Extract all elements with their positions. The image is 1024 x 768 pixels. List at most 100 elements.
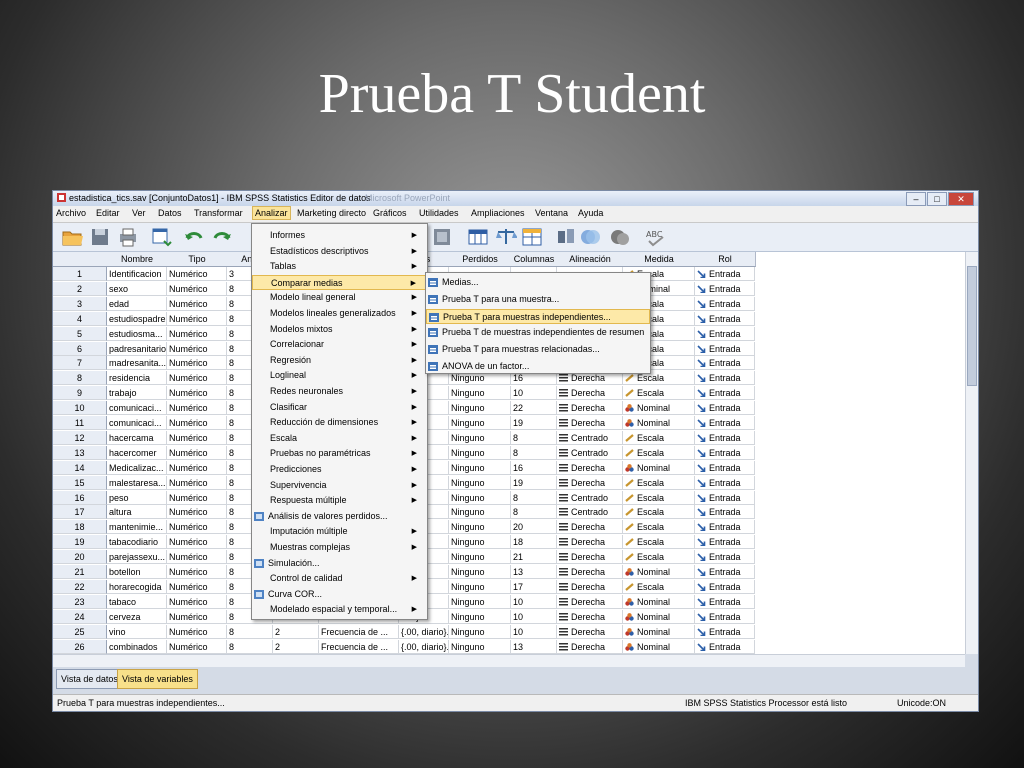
cell-nombre[interactable]: Identificacion bbox=[107, 267, 167, 281]
submenu-item[interactable]: Prueba T para muestras relacionadas... bbox=[426, 342, 650, 357]
menu-item[interactable]: Reducción de dimensiones ▶ bbox=[252, 415, 427, 430]
cell-rol[interactable]: Entrada bbox=[695, 311, 755, 326]
cell-dec[interactable]: 2 bbox=[273, 624, 319, 639]
cell-val[interactable]: {.00, diario}... bbox=[399, 639, 449, 654]
cell-col[interactable]: 16 bbox=[511, 460, 557, 475]
cell-alin[interactable]: Derecha bbox=[557, 535, 623, 550]
menu-item[interactable]: Simulación... bbox=[252, 556, 427, 571]
cell-col[interactable]: 10 bbox=[511, 609, 557, 624]
cell-alin[interactable]: Derecha bbox=[557, 565, 623, 579]
submenu-item[interactable]: Prueba T de muestras independientes de r… bbox=[426, 325, 650, 340]
cell-nombre[interactable]: malestaresa... bbox=[107, 475, 167, 490]
cell-medida[interactable]: Escala bbox=[623, 579, 695, 594]
cell-dec[interactable]: 2 bbox=[273, 639, 319, 654]
menu-ventana[interactable]: Ventana bbox=[535, 208, 568, 218]
cell-medida[interactable]: Nominal bbox=[623, 594, 695, 609]
menu-item[interactable]: Loglineal ▶ bbox=[252, 368, 427, 383]
open-folder-icon[interactable] bbox=[61, 226, 83, 248]
cell-perd[interactable]: Ninguno bbox=[449, 535, 511, 550]
cell-medida[interactable]: Escala bbox=[623, 430, 695, 445]
value-labels-icon[interactable] bbox=[555, 226, 577, 248]
cell-alin[interactable]: Derecha bbox=[557, 416, 623, 430]
menu-item[interactable]: Informes ▶ bbox=[252, 228, 427, 243]
cell-col[interactable]: 22 bbox=[511, 401, 557, 416]
cell-nombre[interactable]: hacercomer bbox=[107, 445, 167, 460]
submenu-item[interactable]: Medias... bbox=[426, 275, 650, 290]
cell-alin[interactable]: Derecha bbox=[557, 609, 623, 624]
cell-col[interactable]: 13 bbox=[511, 639, 557, 654]
cell-tipo[interactable]: Numérico bbox=[167, 267, 227, 281]
cell-nombre[interactable]: estudiospadre bbox=[107, 311, 167, 326]
menu-item[interactable]: Correlacionar ▶ bbox=[252, 337, 427, 352]
cell-medida[interactable]: Nominal bbox=[623, 639, 695, 654]
table-row[interactable]: 24cervezaNumérico8ario}...Ninguno10Derec… bbox=[53, 609, 965, 625]
cell-nombre[interactable]: padresanitario bbox=[107, 341, 167, 356]
menu-item[interactable]: Muestras complejas ▶ bbox=[252, 540, 427, 555]
menu-editar[interactable]: Editar bbox=[96, 208, 120, 218]
cell-col[interactable]: 13 bbox=[511, 565, 557, 579]
horizontal-scrollbar[interactable] bbox=[53, 654, 965, 667]
cell-perd[interactable]: Ninguno bbox=[449, 609, 511, 624]
menu-datos[interactable]: Datos bbox=[158, 208, 182, 218]
cell-alin[interactable]: Derecha bbox=[557, 639, 623, 654]
cell-tipo[interactable]: Numérico bbox=[167, 356, 227, 371]
table-row[interactable]: 21botellonNumérico8ario}...Ninguno13Dere… bbox=[53, 565, 965, 580]
cell-tipo[interactable]: Numérico bbox=[167, 430, 227, 445]
cell-alin[interactable]: Derecha bbox=[557, 594, 623, 609]
cell-rol[interactable]: Entrada bbox=[695, 445, 755, 460]
menu-item[interactable]: Estadísticos descriptivos ▶ bbox=[252, 244, 427, 259]
cell-tipo[interactable]: Numérico bbox=[167, 311, 227, 326]
cell-nombre[interactable]: edad bbox=[107, 296, 167, 311]
cell-col[interactable]: 18 bbox=[511, 535, 557, 550]
cell-medida[interactable]: Escala bbox=[623, 475, 695, 490]
tab-vista-de-variables[interactable]: Vista de variables bbox=[117, 669, 198, 689]
cell-rol[interactable]: Entrada bbox=[695, 371, 755, 386]
use-variable-sets-icon[interactable] bbox=[579, 226, 601, 248]
cell-rol[interactable]: Entrada bbox=[695, 296, 755, 311]
cell-nombre[interactable]: comunicaci... bbox=[107, 401, 167, 416]
maximize-button[interactable]: □ bbox=[927, 192, 947, 206]
cell-nombre[interactable]: combinados bbox=[107, 639, 167, 654]
table-row[interactable]: 19tabacodiarioNumérico8ma...Ninguno18Der… bbox=[53, 535, 965, 550]
cell-nombre[interactable]: trabajo bbox=[107, 386, 167, 401]
cell-tipo[interactable]: Numérico bbox=[167, 416, 227, 430]
variable-icon[interactable] bbox=[431, 226, 453, 248]
cell-nombre[interactable]: vino bbox=[107, 624, 167, 639]
column-header[interactable]: Alineación bbox=[557, 252, 624, 267]
cell-nombre[interactable]: peso bbox=[107, 490, 167, 505]
menu-item[interactable]: Imputación múltiple ▶ bbox=[252, 524, 427, 539]
print-icon[interactable] bbox=[117, 226, 139, 248]
cell-col[interactable]: 10 bbox=[511, 386, 557, 401]
cell-alin[interactable]: Centrado bbox=[557, 490, 623, 505]
cell-rol[interactable]: Entrada bbox=[695, 505, 755, 520]
cell-tipo[interactable]: Numérico bbox=[167, 624, 227, 639]
menu-item[interactable]: Tablas ▶ bbox=[252, 259, 427, 274]
cell-tipo[interactable]: Numérico bbox=[167, 475, 227, 490]
cell-medida[interactable]: Nominal bbox=[623, 565, 695, 579]
cell-medida[interactable]: Escala bbox=[623, 550, 695, 565]
cell-tipo[interactable]: Numérico bbox=[167, 386, 227, 401]
cell-perd[interactable]: Ninguno bbox=[449, 624, 511, 639]
table-row[interactable]: 14 Medicalizac... Numérico 8 Ninguno 16 Derech… bbox=[53, 460, 965, 476]
cell-tipo[interactable]: Numérico bbox=[167, 535, 227, 550]
cell-tipo[interactable]: Numérico bbox=[167, 326, 227, 341]
cell-rol[interactable]: Entrada bbox=[695, 579, 755, 594]
menu-item[interactable]: Modelo lineal general ▶ bbox=[252, 290, 427, 305]
vertical-scroll-thumb[interactable] bbox=[967, 266, 977, 386]
cell-nombre[interactable]: comunicaci... bbox=[107, 416, 167, 430]
cell-rol[interactable]: Entrada bbox=[695, 490, 755, 505]
cell-anc[interactable]: 8 bbox=[227, 624, 273, 639]
cell-perd[interactable]: Ninguno bbox=[449, 579, 511, 594]
cell-tipo[interactable]: Numérico bbox=[167, 594, 227, 609]
cell-tipo[interactable]: Numérico bbox=[167, 401, 227, 416]
submenu-item[interactable]: ANOVA de un factor... bbox=[426, 359, 650, 374]
cell-tipo[interactable]: Numérico bbox=[167, 565, 227, 579]
cell-rol[interactable]: Entrada bbox=[695, 356, 755, 371]
cell-alin[interactable]: Derecha bbox=[557, 401, 623, 416]
cell-nombre[interactable]: tabaco bbox=[107, 594, 167, 609]
cell-perd[interactable]: Ninguno bbox=[449, 550, 511, 565]
cell-tipo[interactable]: Numérico bbox=[167, 550, 227, 565]
cell-col[interactable]: 19 bbox=[511, 416, 557, 430]
column-header[interactable]: Medida bbox=[623, 252, 696, 267]
cell-tipo[interactable]: Numérico bbox=[167, 296, 227, 311]
